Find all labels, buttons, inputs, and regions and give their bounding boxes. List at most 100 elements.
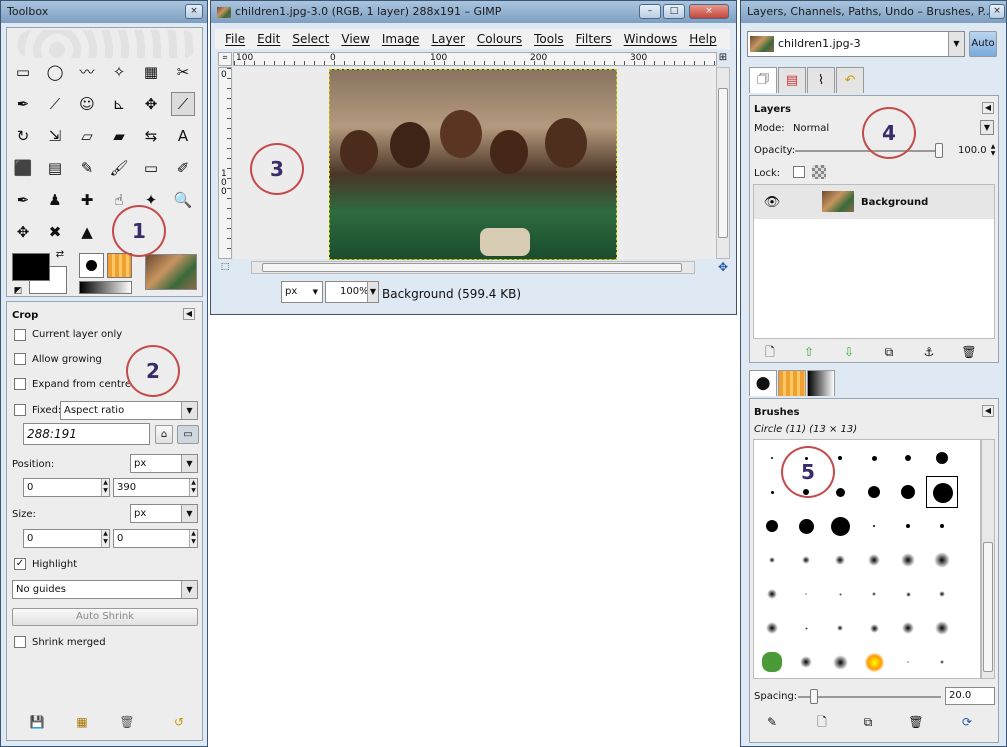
horizontal-scrollbar[interactable] [251,261,695,274]
image-selector[interactable]: children1.jpg-3 ▼ [747,31,965,57]
save-icon[interactable]: 💾 [25,710,49,734]
anchor-layer-icon[interactable]: ⚓ [917,340,941,364]
airbrush-icon[interactable]: ✐ [171,156,195,180]
lower-layer-icon[interactable]: ⇩ [837,340,861,364]
navigation-icon[interactable]: ✥ [716,260,730,274]
fixed-mode-select[interactable]: Aspect ratio ▼ [60,401,198,420]
menu-item-windows[interactable]: Windows [624,29,678,49]
size-unit-select[interactable]: px ▼ [130,504,198,523]
measure-icon[interactable]: ⊾ [107,92,131,116]
brush-cell[interactable] [756,510,788,542]
brush-cell[interactable] [824,612,856,644]
brush-indicator[interactable] [79,253,104,278]
blend-icon[interactable]: ▤ [43,156,67,180]
zoom-clone-icon[interactable]: ☺ [75,92,99,116]
spacing-slider-handle[interactable] [810,689,818,704]
menu-item-tools[interactable]: Tools [534,29,564,49]
brush-cell[interactable] [756,612,788,644]
crop-icon[interactable]: ⟋ [171,92,195,116]
panel-menu-icon[interactable]: ◀ [183,308,195,320]
clone-icon[interactable]: ♟ [43,188,67,212]
ratio-landscape-button[interactable]: ▭ [177,425,199,444]
brush-cell[interactable] [790,646,822,678]
heal2-icon[interactable]: ✖ [43,220,67,244]
shear-icon[interactable]: ▱ [75,124,99,148]
brush-cell[interactable] [858,442,890,474]
refresh-brushes-icon[interactable]: ⟳ [955,710,979,734]
menu-item-image[interactable]: Image [382,29,420,49]
layer-name[interactable]: Background [861,197,928,208]
eraser-icon[interactable]: ▭ [139,156,163,180]
brush-cell[interactable] [926,442,958,474]
brush-cell[interactable] [824,510,856,542]
opacity-value[interactable]: 100.0 [958,145,987,156]
ratio-input[interactable]: 288:191 [23,423,150,445]
layer-row[interactable]: 👁 Background [754,185,994,219]
guides-select[interactable]: No guides ▼ [12,580,198,599]
swap-colors-icon[interactable]: ⇄ [53,248,67,262]
delete-layer-icon[interactable]: 🗑 [957,340,981,364]
delete-brush-icon[interactable]: 🗑 [904,710,928,734]
active-image-thumbnail[interactable] [145,254,197,290]
brush-cell[interactable] [790,510,822,542]
brush-cell[interactable] [892,612,924,644]
size-width-input[interactable]: 0 ▲ ▼ [23,529,110,548]
brush-cell[interactable] [926,612,958,644]
pattern-indicator[interactable] [107,253,132,278]
position-unit-select[interactable]: px ▼ [130,454,198,473]
delete-icon[interactable]: 🗑 [115,710,139,734]
move-icon[interactable]: ✥ [139,92,163,116]
edit-brush-icon[interactable]: ✎ [760,710,784,734]
brush-cell[interactable] [892,544,924,576]
tab-gradients[interactable] [807,370,835,396]
brush-cell[interactable] [858,646,890,678]
free-select-icon[interactable]: 〰 [75,60,99,84]
canvas-area[interactable] [233,67,716,260]
perspective-icon[interactable]: ▰ [107,124,131,148]
minimize-button[interactable]: – [639,4,661,19]
spinner-icon[interactable]: ▲ ▼ [101,479,109,496]
duplicate-layer-icon[interactable]: ⧉ [877,340,901,364]
brush-cell[interactable] [926,646,958,678]
tab-paths[interactable]: ⌇ [807,67,835,93]
reset-icon[interactable]: ↺ [167,710,191,734]
brush-cell[interactable] [858,578,890,610]
navigate-icon[interactable]: ⊞ [716,51,730,65]
horizontal-scroll-thumb[interactable] [262,263,682,272]
brush-cell[interactable] [926,510,958,542]
fuzzy-select-icon[interactable]: ✧ [107,60,131,84]
menu-item-select[interactable]: Select [292,29,329,49]
brush-cell[interactable] [790,578,822,610]
brush-cell[interactable] [824,544,856,576]
zoom-select[interactable]: 100% ▼ [325,281,379,303]
brush-cell[interactable] [892,476,924,508]
duplicate-brush-icon[interactable]: ⧉ [856,710,880,734]
menu-item-view[interactable]: View [341,29,369,49]
brush-cell[interactable] [858,476,890,508]
brush-scroll-thumb[interactable] [983,542,993,672]
panel-menu-icon[interactable]: ◀ [982,405,994,417]
menu-item-file[interactable]: File [225,29,245,49]
ruler-corner[interactable]: ⌗ [218,52,232,66]
position-x-input[interactable]: 0 ▲ ▼ [23,478,110,497]
size-height-input[interactable]: 0 ▲ ▼ [113,529,198,548]
tab-undo[interactable]: ↶ [836,67,864,93]
brush-cell[interactable] [926,578,958,610]
current-layer-only-checkbox[interactable] [14,329,26,341]
pencil-icon[interactable]: ✎ [75,156,99,180]
tab-channels[interactable]: ▤ [778,67,806,93]
menu-item-colours[interactable]: Colours [477,29,522,49]
shrink-merged-checkbox[interactable] [14,636,26,648]
brush-cell[interactable] [756,646,788,678]
menu-item-help[interactable]: Help [689,29,716,49]
rect-select-icon[interactable]: ▭ [11,60,35,84]
bucket-fill-icon[interactable]: ⬛ [11,156,35,180]
brush-cell[interactable] [756,544,788,576]
zoom-icon[interactable]: 🔍 [171,188,195,212]
panel-menu-icon[interactable]: ◀ [982,102,994,114]
scissors-icon[interactable]: ✂ [171,60,195,84]
brush-cell[interactable] [790,612,822,644]
chevron-down-icon[interactable]: ▼ [980,120,994,135]
new-layer-icon[interactable]: 🗋 [758,340,782,364]
highlight-checkbox[interactable]: ✓ [14,558,26,570]
